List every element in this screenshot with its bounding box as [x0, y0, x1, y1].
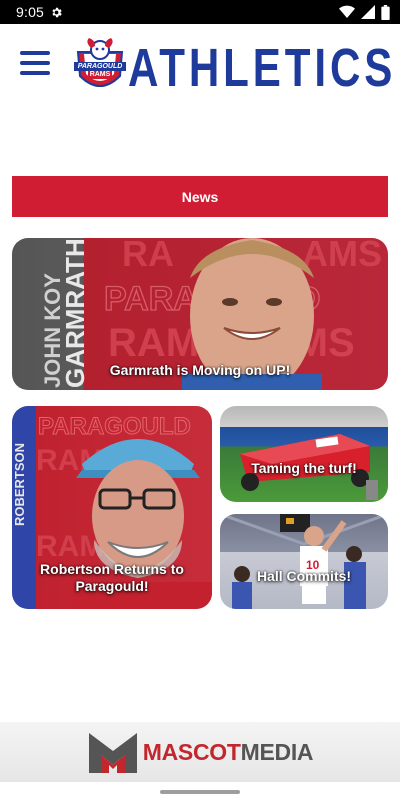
page-title: ATHLETICS	[128, 38, 397, 98]
menu-line	[20, 61, 50, 65]
brand-part-1: MASCOT	[142, 738, 241, 765]
backdrop-text: RA	[122, 238, 174, 274]
jersey-text: ROBERTSON	[12, 443, 27, 526]
sponsor-footer[interactable]: MASCOT MEDIA	[0, 722, 400, 782]
tile-caption: Hall Commits!	[256, 568, 352, 584]
svg-text:ROBERTSON: ROBERTSON	[12, 443, 27, 526]
battery-icon	[381, 4, 390, 20]
hamburger-menu-icon[interactable]	[18, 48, 52, 78]
news-button[interactable]: News	[12, 176, 388, 217]
status-time: 9:05	[16, 4, 45, 20]
news-tile-robertson[interactable]: PARAGOULD RAMS RAMS ROBERTSON Robertson …	[12, 406, 212, 609]
signal-icon	[361, 5, 375, 19]
logo-text-bottom: RAMS	[89, 71, 111, 78]
backdrop-text: PARAGOULD	[38, 413, 191, 440]
news-label: News	[181, 188, 219, 205]
brand-part-2: MEDIA	[240, 738, 314, 765]
app-screen: 9:05 PARAGOULD RAMS ATHLETICS News RA AM…	[0, 0, 400, 800]
tile-caption: Garmrath is Moving on UP!	[109, 362, 291, 378]
player-head	[304, 526, 324, 546]
status-bar: 9:05	[0, 0, 400, 24]
rams-logo: PARAGOULD RAMS	[70, 38, 130, 96]
status-right	[339, 4, 390, 20]
tile-photo-basketball: 10	[220, 514, 388, 609]
wifi-icon	[339, 5, 355, 18]
news-tile-hall[interactable]: 10 Hall Commits!	[220, 514, 388, 609]
backdrop-text: AMS	[302, 238, 382, 274]
menu-line	[20, 51, 50, 55]
footer-brand: MASCOT MEDIA	[142, 738, 314, 766]
gesture-handle[interactable]	[160, 790, 240, 794]
mascot-media-logo-icon	[88, 733, 137, 773]
system-nav-bar	[0, 782, 400, 800]
tile-caption: Robertson Returns to Paragould!	[40, 561, 184, 594]
news-tile-garmrath[interactable]: RA AMS PARAGOULD RAMS RAMS JOHN KOY GARM…	[12, 238, 388, 390]
menu-line	[20, 71, 50, 75]
status-left: 9:05	[16, 4, 63, 20]
tile-caption: Taming the turf!	[251, 460, 357, 476]
tile-photo-turf-machine	[240, 434, 378, 500]
news-tile-turf[interactable]: Taming the turf!	[220, 406, 388, 502]
gear-icon	[52, 7, 62, 17]
app-header: PARAGOULD RAMS ATHLETICS	[0, 24, 400, 124]
logo-text-top: PARAGOULD	[77, 63, 123, 70]
